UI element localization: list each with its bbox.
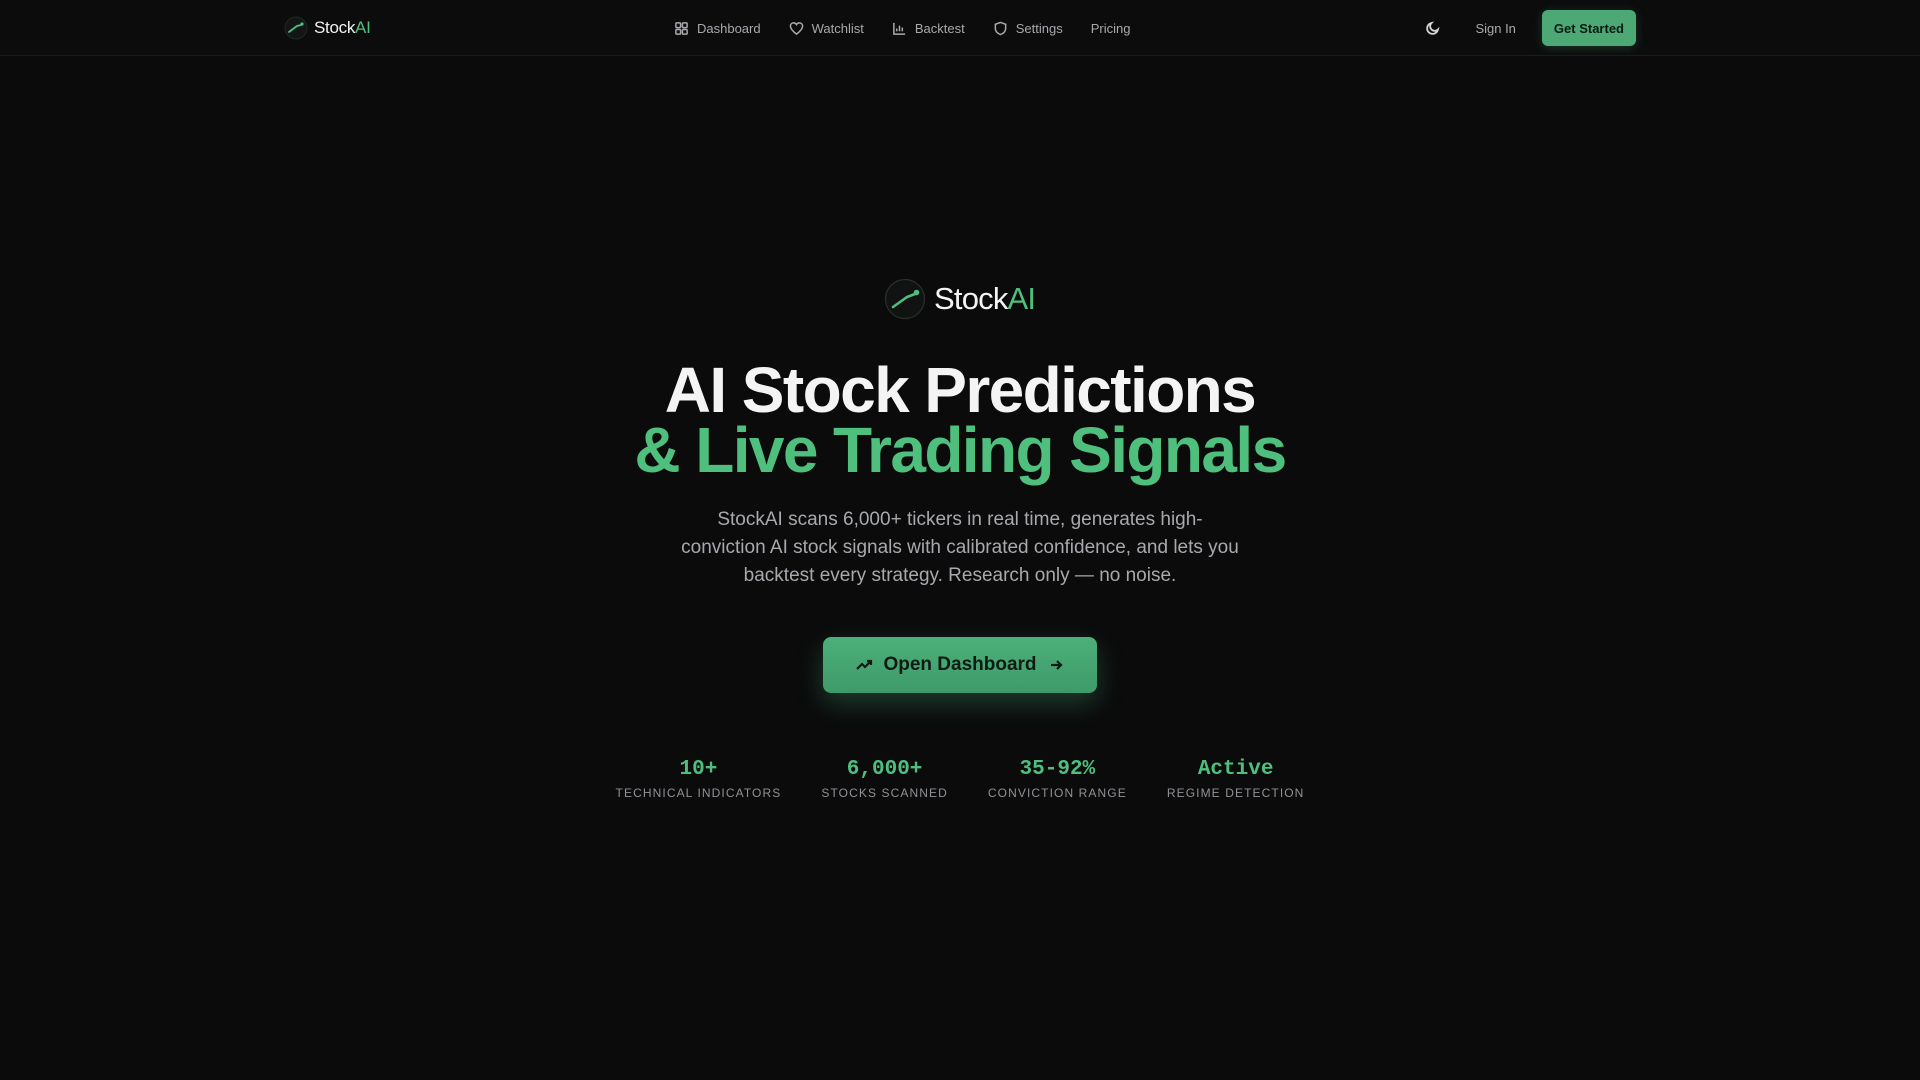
stat-label: TECHNICAL INDICATORS xyxy=(615,786,782,800)
hero-logo-name: StockAI xyxy=(934,281,1036,317)
hero-logo-name-stock: Stock xyxy=(934,281,1008,316)
stats-row: 10+ TECHNICAL INDICATORS 6,000+ STOCKS S… xyxy=(0,756,1920,800)
stat-value: 10+ xyxy=(679,758,718,781)
logo-icon xyxy=(884,278,926,320)
stat-label: CONVICTION RANGE xyxy=(987,786,1127,800)
hero-subtitle: StockAI scans 6,000+ tickers in real tim… xyxy=(681,509,1239,586)
hero-headline: AI Stock Predictions & Live Trading Sign… xyxy=(0,354,1920,486)
stat-regime-detection: Active REGIME DETECTION xyxy=(1167,756,1305,800)
hero-headline-line2: & Live Trading Signals xyxy=(634,414,1287,486)
trending-up-icon xyxy=(856,659,873,670)
stat-technical-indicators: 10+ TECHNICAL INDICATORS xyxy=(616,756,782,800)
arrow-right-icon xyxy=(1050,660,1063,670)
stat-label: STOCKS SCANNED xyxy=(821,786,948,800)
stat-value: 35-92% xyxy=(1019,758,1096,781)
open-dashboard-label: Open Dashboard xyxy=(883,654,1037,675)
hero-headline-line1: AI Stock Predictions xyxy=(664,354,1257,426)
hero-logo-name-ai: AI xyxy=(1007,281,1036,316)
stat-value: 6,000+ xyxy=(846,758,923,781)
stat-stocks-scanned: 6,000+ STOCKS SCANNED xyxy=(821,756,948,800)
hero-logo: StockAI xyxy=(884,276,1036,322)
open-dashboard-button[interactable]: Open Dashboard xyxy=(823,637,1097,693)
hero-section: StockAI AI Stock Predictions & Live Trad… xyxy=(0,0,1920,1080)
stat-label: REGIME DETECTION xyxy=(1166,786,1305,800)
stat-conviction-range: 35-92% CONVICTION RANGE xyxy=(988,756,1127,800)
stat-value: Active xyxy=(1197,758,1274,781)
